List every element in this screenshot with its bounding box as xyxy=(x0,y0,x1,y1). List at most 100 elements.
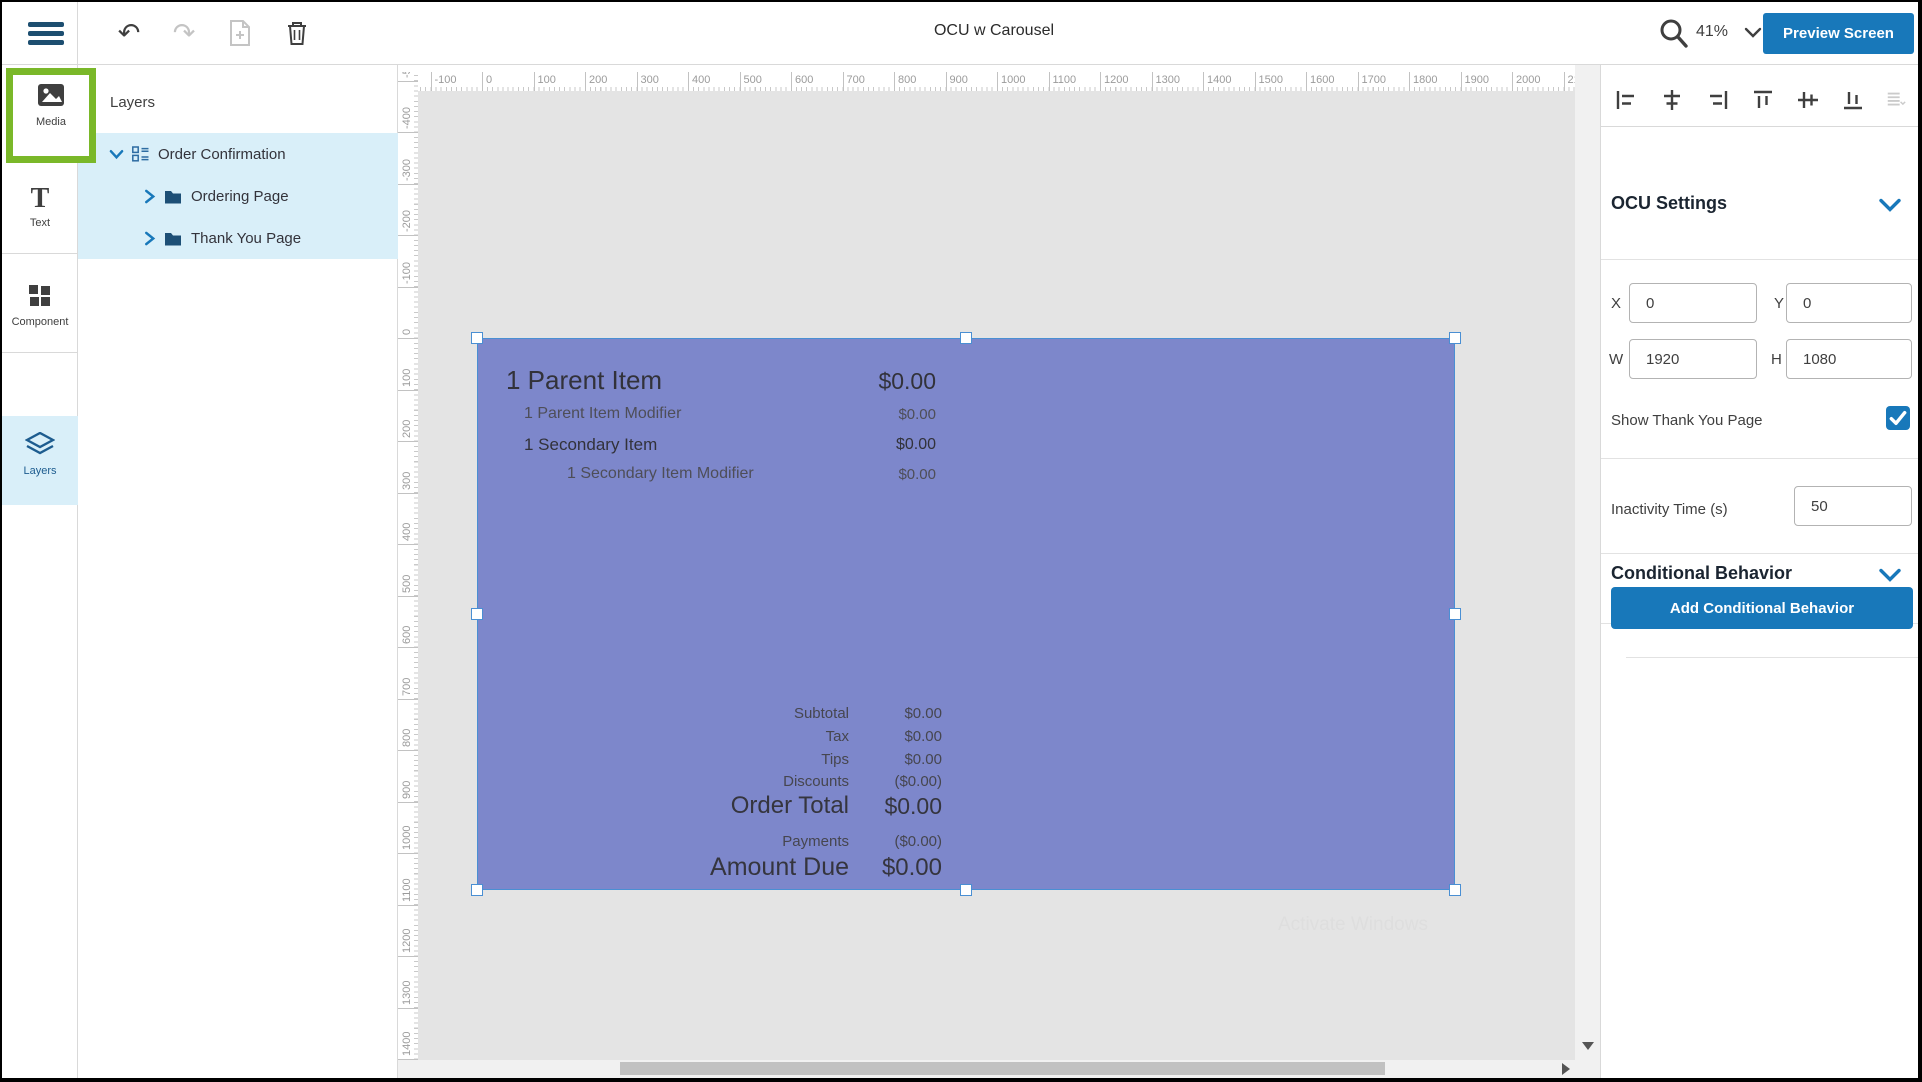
ruler-tick xyxy=(398,802,418,803)
tool-sidebar: T Text Component Layers xyxy=(2,65,78,1078)
show-thank-you-checkbox[interactable] xyxy=(1886,406,1910,430)
inactivity-time-label: Inactivity Time (s) xyxy=(1611,501,1728,518)
align-center-vertical-icon[interactable] xyxy=(1797,89,1819,111)
folder-icon xyxy=(164,231,182,246)
inactivity-time-input[interactable] xyxy=(1794,486,1912,526)
sidebar-item-component[interactable]: Component xyxy=(2,285,78,328)
selection-handle-nw[interactable] xyxy=(471,332,483,344)
scroll-right-arrow-icon[interactable] xyxy=(1562,1063,1570,1075)
ruler-tick xyxy=(398,699,418,700)
align-center-horizontal-icon[interactable] xyxy=(1661,89,1683,111)
main-toolbar: ↶ ↷ OCU w Carousel 41% xyxy=(2,2,1918,65)
ruler-label: 800 xyxy=(401,729,413,747)
sidebar-item-text[interactable]: T Text xyxy=(2,185,78,229)
ruler-label: 1300 xyxy=(401,980,413,1004)
ruler-tick xyxy=(398,441,418,442)
horizontal-scrollbar[interactable] xyxy=(398,1060,1600,1078)
layers-panel-title: Layers xyxy=(110,94,155,111)
selection-handle-se[interactable] xyxy=(1449,884,1461,896)
tree-item-thank-you-page[interactable]: Thank You Page xyxy=(78,217,398,259)
ruler-label: 500 xyxy=(744,74,762,86)
selection-handle-n[interactable] xyxy=(960,332,972,344)
ruler-label: 1500 xyxy=(1259,74,1283,86)
total-row-value: $0.00 xyxy=(904,751,942,768)
ruler-label: 400 xyxy=(692,74,710,86)
zoom-search-icon[interactable] xyxy=(1658,17,1688,49)
align-top-icon[interactable] xyxy=(1752,89,1774,111)
scroll-down-arrow-icon[interactable] xyxy=(1582,1042,1594,1050)
ruler-label: -500 xyxy=(401,72,413,78)
ruler-tick xyxy=(398,596,418,597)
ruler-tick xyxy=(398,338,418,339)
h-input[interactable] xyxy=(1786,339,1912,379)
selection-handle-ne[interactable] xyxy=(1449,332,1461,344)
ruler-label: 800 xyxy=(898,74,916,86)
ruler-label: 400 xyxy=(401,523,413,541)
zoom-level[interactable]: 41% xyxy=(1696,23,1728,41)
layers-icon xyxy=(25,432,55,456)
ruler-label: 2000 xyxy=(1516,74,1540,86)
horizontal-ruler: -100010020030040050060070080090010001100… xyxy=(418,72,1575,91)
ruler-tick xyxy=(1512,72,1513,91)
add-page-icon xyxy=(229,20,251,46)
ruler-label: -100 xyxy=(401,261,413,283)
total-row-value: ($0.00) xyxy=(894,773,942,790)
amount-due-value: $0.00 xyxy=(882,854,942,882)
order-total-value: $0.00 xyxy=(884,793,942,820)
sidebar-item-layers[interactable]: Layers xyxy=(2,416,78,505)
zoom-dropdown-chevron-icon[interactable] xyxy=(1744,27,1762,39)
order-total-label: Order Total xyxy=(731,792,849,820)
order-item-price: $0.00 xyxy=(878,368,936,395)
ruler-tick xyxy=(1409,72,1410,91)
align-bottom-icon[interactable] xyxy=(1842,89,1864,111)
add-conditional-behavior-button[interactable]: Add Conditional Behavior xyxy=(1611,587,1913,629)
ruler-label: 2100 xyxy=(1568,74,1576,86)
ruler-tick xyxy=(843,72,844,91)
align-right-icon[interactable] xyxy=(1707,89,1729,111)
conditional-behavior-header[interactable]: Conditional Behavior xyxy=(1611,563,1792,584)
ruler-tick xyxy=(398,647,418,648)
total-row-label: Tax xyxy=(826,728,849,745)
total-row-label: Tips xyxy=(821,751,849,768)
ruler-label: 200 xyxy=(589,74,607,86)
selection-handle-w[interactable] xyxy=(471,608,483,620)
sidebar-item-media[interactable]: Media xyxy=(6,68,96,163)
selection-handle-sw[interactable] xyxy=(471,884,483,896)
delete-button[interactable] xyxy=(280,16,314,50)
ruler-label: 1100 xyxy=(1053,74,1077,86)
ruler-tick xyxy=(398,853,418,854)
w-input[interactable] xyxy=(1629,339,1757,379)
tree-item-order-confirmation[interactable]: Order Confirmation xyxy=(78,133,398,175)
total-row-label: Subtotal xyxy=(794,705,849,722)
chevron-down-icon[interactable] xyxy=(109,147,124,162)
checkmark-icon xyxy=(1886,406,1910,430)
ocu-settings-header[interactable]: OCU Settings xyxy=(1611,193,1727,214)
horizontal-scrollbar-thumb[interactable] xyxy=(620,1062,1385,1075)
ruler-tick xyxy=(398,287,418,288)
selection-handle-s[interactable] xyxy=(960,884,972,896)
ruler-tick xyxy=(398,750,418,751)
add-page-button[interactable] xyxy=(223,16,257,50)
align-left-icon[interactable] xyxy=(1615,89,1637,111)
undo-button[interactable]: ↶ xyxy=(112,16,146,50)
ocu-settings-collapse-chevron-icon[interactable] xyxy=(1879,198,1901,213)
chevron-right-icon[interactable] xyxy=(143,189,156,204)
order-summary-component[interactable]: 1 Parent Item $0.00 1 Parent Item Modifi… xyxy=(477,338,1455,890)
total-row-label: Payments xyxy=(782,833,849,850)
ruler-tick xyxy=(398,132,418,133)
ruler-tick xyxy=(534,72,535,91)
x-input[interactable] xyxy=(1629,283,1757,323)
selection-handle-e[interactable] xyxy=(1449,608,1461,620)
ruler-label: 700 xyxy=(401,677,413,695)
ruler-label: -400 xyxy=(401,107,413,129)
tree-item-ordering-page[interactable]: Ordering Page xyxy=(78,175,398,217)
chevron-right-icon[interactable] xyxy=(143,231,156,246)
ruler-tick xyxy=(398,1008,418,1009)
y-input[interactable] xyxy=(1786,283,1912,323)
ruler-tick xyxy=(637,72,638,91)
vertical-scrollbar[interactable] xyxy=(1575,65,1600,1060)
redo-button[interactable]: ↷ xyxy=(167,16,201,50)
preview-screen-button[interactable]: Preview Screen xyxy=(1763,13,1914,54)
menu-icon[interactable] xyxy=(26,18,66,50)
conditional-behavior-collapse-chevron-icon[interactable] xyxy=(1879,568,1901,583)
